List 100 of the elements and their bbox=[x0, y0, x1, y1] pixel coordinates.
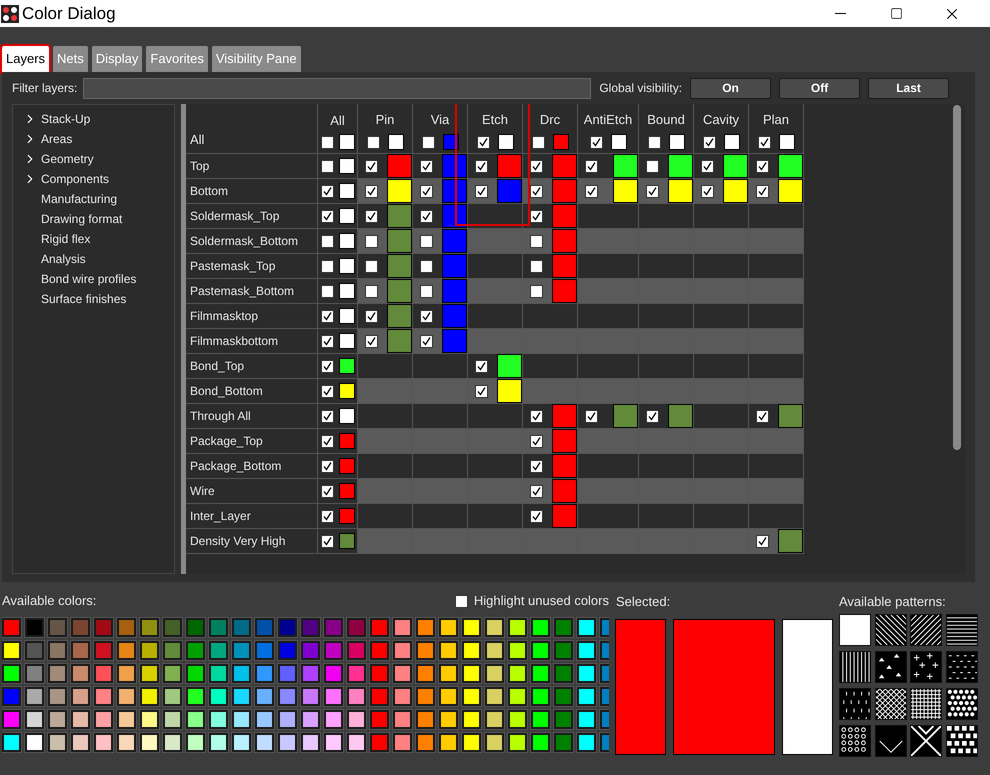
checkbox[interactable] bbox=[646, 184, 659, 198]
color-swatch[interactable] bbox=[324, 687, 343, 706]
color-swatch[interactable] bbox=[186, 618, 205, 637]
checkbox[interactable] bbox=[475, 384, 488, 398]
checkbox[interactable] bbox=[475, 160, 488, 172]
color-swatch[interactable] bbox=[163, 641, 182, 660]
tree-item[interactable]: Bond wire profiles bbox=[41, 270, 136, 288]
color-swatch[interactable] bbox=[778, 404, 803, 428]
color-swatch[interactable] bbox=[508, 618, 527, 637]
color-swatch[interactable] bbox=[439, 687, 458, 706]
checkbox[interactable] bbox=[530, 484, 543, 498]
color-swatch[interactable] bbox=[301, 618, 320, 637]
color-swatch[interactable] bbox=[186, 687, 205, 706]
pattern-swatch[interactable] bbox=[839, 688, 871, 720]
color-swatch[interactable] bbox=[439, 710, 458, 729]
color-swatch[interactable] bbox=[442, 304, 467, 328]
tree-item[interactable]: Areas bbox=[41, 130, 72, 148]
tree-item[interactable]: Stack-Up bbox=[41, 110, 90, 128]
color-swatch[interactable] bbox=[668, 154, 693, 178]
color-swatch[interactable] bbox=[370, 733, 389, 752]
checkbox[interactable] bbox=[320, 334, 334, 348]
tree-item[interactable]: Geometry bbox=[41, 150, 94, 168]
checkbox[interactable] bbox=[320, 360, 334, 372]
color-swatch[interactable] bbox=[416, 641, 435, 660]
color-swatch[interactable] bbox=[577, 710, 596, 729]
color-swatch[interactable] bbox=[668, 179, 693, 203]
color-swatch[interactable] bbox=[301, 687, 320, 706]
color-swatch[interactable] bbox=[48, 733, 67, 752]
checkbox[interactable] bbox=[366, 136, 380, 148]
color-swatch[interactable] bbox=[552, 134, 568, 150]
pattern-swatch[interactable] bbox=[874, 614, 906, 646]
color-swatch[interactable] bbox=[338, 258, 354, 274]
color-swatch[interactable] bbox=[338, 483, 354, 499]
checkbox[interactable] bbox=[420, 210, 433, 222]
color-swatch[interactable] bbox=[531, 733, 550, 752]
checkbox[interactable] bbox=[475, 360, 488, 372]
color-swatch[interactable] bbox=[347, 641, 366, 660]
color-swatch[interactable] bbox=[552, 204, 577, 228]
color-swatch[interactable] bbox=[48, 618, 67, 637]
checkbox[interactable] bbox=[320, 284, 334, 298]
color-swatch[interactable] bbox=[338, 308, 354, 324]
pattern-swatch[interactable] bbox=[839, 725, 871, 757]
color-swatch[interactable] bbox=[347, 664, 366, 683]
color-swatch[interactable] bbox=[416, 664, 435, 683]
color-swatch[interactable] bbox=[387, 179, 412, 203]
color-swatch[interactable] bbox=[531, 687, 550, 706]
color-swatch[interactable] bbox=[370, 687, 389, 706]
color-swatch[interactable] bbox=[577, 664, 596, 683]
color-swatch[interactable] bbox=[485, 710, 504, 729]
color-swatch[interactable] bbox=[140, 687, 159, 706]
color-swatch[interactable] bbox=[416, 687, 435, 706]
color-swatch[interactable] bbox=[117, 641, 136, 660]
checkbox[interactable] bbox=[420, 260, 433, 272]
checkbox[interactable] bbox=[365, 184, 378, 198]
checkbox[interactable] bbox=[530, 434, 543, 448]
color-swatch[interactable] bbox=[209, 687, 228, 706]
checkbox[interactable] bbox=[756, 534, 769, 548]
color-swatch[interactable] bbox=[497, 179, 522, 203]
color-swatch[interactable] bbox=[485, 687, 504, 706]
color-swatch[interactable] bbox=[209, 664, 228, 683]
color-swatch[interactable] bbox=[552, 179, 577, 203]
checkbox[interactable] bbox=[420, 160, 433, 172]
color-swatch[interactable] bbox=[94, 664, 113, 683]
checkbox[interactable] bbox=[585, 410, 598, 422]
checkbox[interactable] bbox=[530, 234, 543, 248]
checkbox[interactable] bbox=[320, 184, 334, 198]
tree-item[interactable]: Analysis bbox=[41, 250, 86, 268]
color-swatch[interactable] bbox=[552, 404, 577, 428]
color-swatch[interactable] bbox=[508, 641, 527, 660]
color-swatch[interactable] bbox=[71, 641, 90, 660]
checkbox[interactable] bbox=[530, 510, 543, 522]
color-swatch[interactable] bbox=[278, 641, 297, 660]
color-swatch[interactable] bbox=[324, 733, 343, 752]
color-swatch[interactable] bbox=[338, 208, 354, 224]
color-swatch[interactable] bbox=[25, 710, 44, 729]
color-swatch[interactable] bbox=[668, 404, 693, 428]
color-swatch[interactable] bbox=[209, 733, 228, 752]
color-swatch[interactable] bbox=[531, 710, 550, 729]
color-swatch[interactable] bbox=[552, 279, 577, 303]
color-swatch[interactable] bbox=[442, 279, 467, 303]
color-swatch[interactable] bbox=[301, 641, 320, 660]
color-swatch[interactable] bbox=[278, 664, 297, 683]
pattern-swatch[interactable] bbox=[874, 688, 906, 720]
checkbox[interactable] bbox=[475, 184, 488, 198]
checkbox[interactable] bbox=[530, 210, 543, 222]
color-swatch[interactable] bbox=[723, 179, 748, 203]
checkbox[interactable] bbox=[701, 160, 714, 172]
checkbox[interactable] bbox=[320, 384, 334, 398]
checkbox[interactable] bbox=[365, 310, 378, 322]
color-swatch[interactable] bbox=[209, 641, 228, 660]
checkbox[interactable] bbox=[420, 310, 433, 322]
color-swatch[interactable] bbox=[48, 710, 67, 729]
color-swatch[interactable] bbox=[387, 204, 412, 228]
color-swatch[interactable] bbox=[485, 664, 504, 683]
color-swatch[interactable] bbox=[338, 283, 354, 299]
color-swatch[interactable] bbox=[140, 664, 159, 683]
color-swatch[interactable] bbox=[338, 508, 354, 524]
color-swatch[interactable] bbox=[25, 618, 44, 637]
tree-item[interactable]: Rigid flex bbox=[41, 230, 90, 248]
color-swatch[interactable] bbox=[117, 664, 136, 683]
